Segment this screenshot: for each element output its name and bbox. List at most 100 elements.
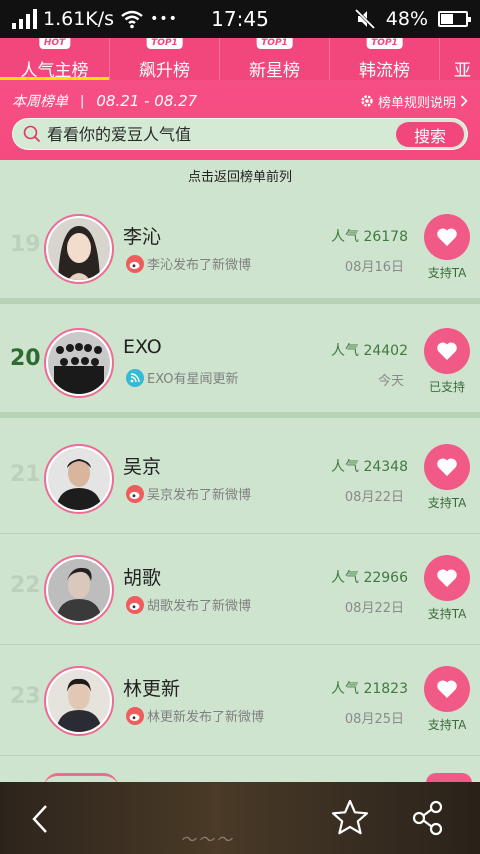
heart-icon <box>437 342 457 360</box>
ranking-row[interactable]: 22 胡歌 胡歌发布了新微博 人气 22966 08月22日 支持TA <box>0 537 480 645</box>
support-button[interactable]: 支持TA <box>424 444 470 511</box>
update-date: 08月25日 <box>344 712 404 727</box>
popularity-score: 人气 26178 <box>331 229 408 245</box>
celebrity-name: 林更新 <box>123 678 181 700</box>
weibo-icon <box>126 254 144 273</box>
support-label: 支持TA <box>427 496 467 510</box>
update-note[interactable]: 李沁发布了新微博 <box>126 254 251 273</box>
share-button[interactable] <box>410 800 446 840</box>
support-button[interactable]: 支持TA <box>424 555 470 622</box>
update-text: 吴京发布了新微博 <box>147 488 252 503</box>
heart-button[interactable] <box>424 328 470 374</box>
support-button[interactable]: 支持TA <box>424 666 470 733</box>
header-band: 本周榜单 | 08.21 - 08.27 榜单规则说明 搜索 <box>0 80 480 160</box>
wifi-icon <box>121 10 143 29</box>
heart-button[interactable] <box>424 555 470 601</box>
tab-rising[interactable]: TOP1 飙升榜 <box>110 38 220 81</box>
popularity-score: 人气 21823 <box>331 681 408 697</box>
weibo-icon <box>126 706 144 725</box>
update-text: 胡歌发布了新微博 <box>147 599 252 614</box>
avatar[interactable] <box>44 666 114 736</box>
update-date: 08月22日 <box>344 490 404 505</box>
rank-number: 21 <box>10 462 41 487</box>
search-icon <box>23 125 41 143</box>
tab-badge: TOP1 <box>256 38 293 49</box>
rules-link-label: 榜单规则说明 <box>377 95 456 111</box>
ranking-row[interactable]: 21 吴京 吴京发布了新微博 人气 24348 08月22日 支持TA <box>0 426 480 534</box>
avatar[interactable] <box>44 555 114 625</box>
search-button[interactable]: 搜索 <box>396 122 464 147</box>
heart-icon <box>437 228 457 246</box>
avatar[interactable] <box>44 444 114 514</box>
back-to-top-link[interactable]: 点击返回榜单前列 <box>0 160 480 196</box>
back-button[interactable] <box>28 802 52 840</box>
status-bar: 1.61K/s ••• 17:45 48% <box>0 0 480 38</box>
tab-label: 韩流榜 <box>359 61 410 81</box>
avatar[interactable] <box>44 214 114 284</box>
tab-korean-wave[interactable]: TOP1 韩流榜 <box>330 38 440 81</box>
support-button[interactable]: 已支持 <box>424 328 470 395</box>
update-date: 08月16日 <box>344 260 404 275</box>
week-separator: | <box>80 93 85 109</box>
star-icon <box>331 799 369 835</box>
update-note[interactable]: 吴京发布了新微博 <box>126 484 251 503</box>
signal-icon <box>12 9 37 29</box>
support-label: 支持TA <box>427 266 467 280</box>
avatar[interactable] <box>44 328 114 398</box>
ranking-row[interactable]: 20 EXO EXO有星闻更新 人气 24402 今天 已支持 <box>0 310 480 418</box>
support-label: 支持TA <box>427 718 467 732</box>
heart-icon <box>437 680 457 698</box>
search-input[interactable] <box>47 124 387 144</box>
ranking-tabs: HOT 人气主榜 TOP1 飙升榜 TOP1 新星榜 TOP1 韩流榜 亚洲 <box>0 38 480 106</box>
heart-icon <box>437 458 457 476</box>
rank-number: 19 <box>10 232 41 257</box>
ranking-row[interactable]: 23 林更新 林更新发布了新微博 人气 21823 08月25日 支持TA <box>0 648 480 756</box>
celebrity-name: 吴京 <box>123 456 162 478</box>
heart-button[interactable] <box>424 214 470 260</box>
celebrity-name: EXO <box>123 336 162 358</box>
gear-icon <box>361 95 373 107</box>
support-button[interactable]: 支持TA <box>424 214 470 281</box>
rank-number: 20 <box>10 346 41 371</box>
popularity-score: 人气 22966 <box>331 570 408 586</box>
news-feed-icon <box>126 368 144 387</box>
background-decoration: ～～～ <box>180 830 235 849</box>
weibo-icon <box>126 484 144 503</box>
mute-icon <box>354 8 375 30</box>
support-label: 支持TA <box>427 607 467 621</box>
search-bar: 搜索 <box>12 118 468 150</box>
tab-new-star[interactable]: TOP1 新星榜 <box>220 38 330 81</box>
update-text: 李沁发布了新微博 <box>147 258 252 273</box>
battery-percent: 48% <box>385 8 428 30</box>
support-label: 已支持 <box>428 380 465 394</box>
back-icon <box>32 805 47 833</box>
update-note[interactable]: 胡歌发布了新微博 <box>126 595 251 614</box>
update-note[interactable]: 林更新发布了新微博 <box>126 706 264 725</box>
network-speed: 1.61K/s <box>43 8 115 30</box>
tab-badge: TOP1 <box>366 38 403 49</box>
rules-link[interactable]: 榜单规则说明 <box>360 92 468 111</box>
rank-number: 22 <box>10 573 41 598</box>
popularity-score: 人气 24348 <box>331 459 408 475</box>
update-text: 林更新发布了新微博 <box>147 710 265 725</box>
battery-icon <box>438 11 471 27</box>
tab-asia[interactable]: 亚洲 <box>440 38 480 106</box>
week-dates: 08.21 - 08.27 <box>96 92 198 110</box>
tab-badge: TOP1 <box>146 38 183 49</box>
update-note[interactable]: EXO有星闻更新 <box>126 368 239 387</box>
favorite-button[interactable] <box>330 798 370 842</box>
update-date: 08月22日 <box>344 601 404 616</box>
tab-popularity-main[interactable]: HOT 人气主榜 <box>0 38 110 81</box>
update-date: 今天 <box>377 374 404 389</box>
tab-badge: HOT <box>38 38 71 49</box>
ranking-row[interactable]: 19 李沁 李沁发布了新微博 人气 26178 08月16日 支持TA <box>0 196 480 304</box>
week-label: 本周榜单 <box>12 94 68 110</box>
heart-icon <box>437 569 457 587</box>
rank-number: 23 <box>10 684 41 709</box>
popularity-score: 人气 24402 <box>331 343 408 359</box>
heart-button[interactable] <box>424 666 470 712</box>
celebrity-name: 胡歌 <box>123 567 162 589</box>
chevron-right-icon <box>460 95 468 107</box>
heart-button[interactable] <box>424 444 470 490</box>
share-icon <box>412 800 443 836</box>
